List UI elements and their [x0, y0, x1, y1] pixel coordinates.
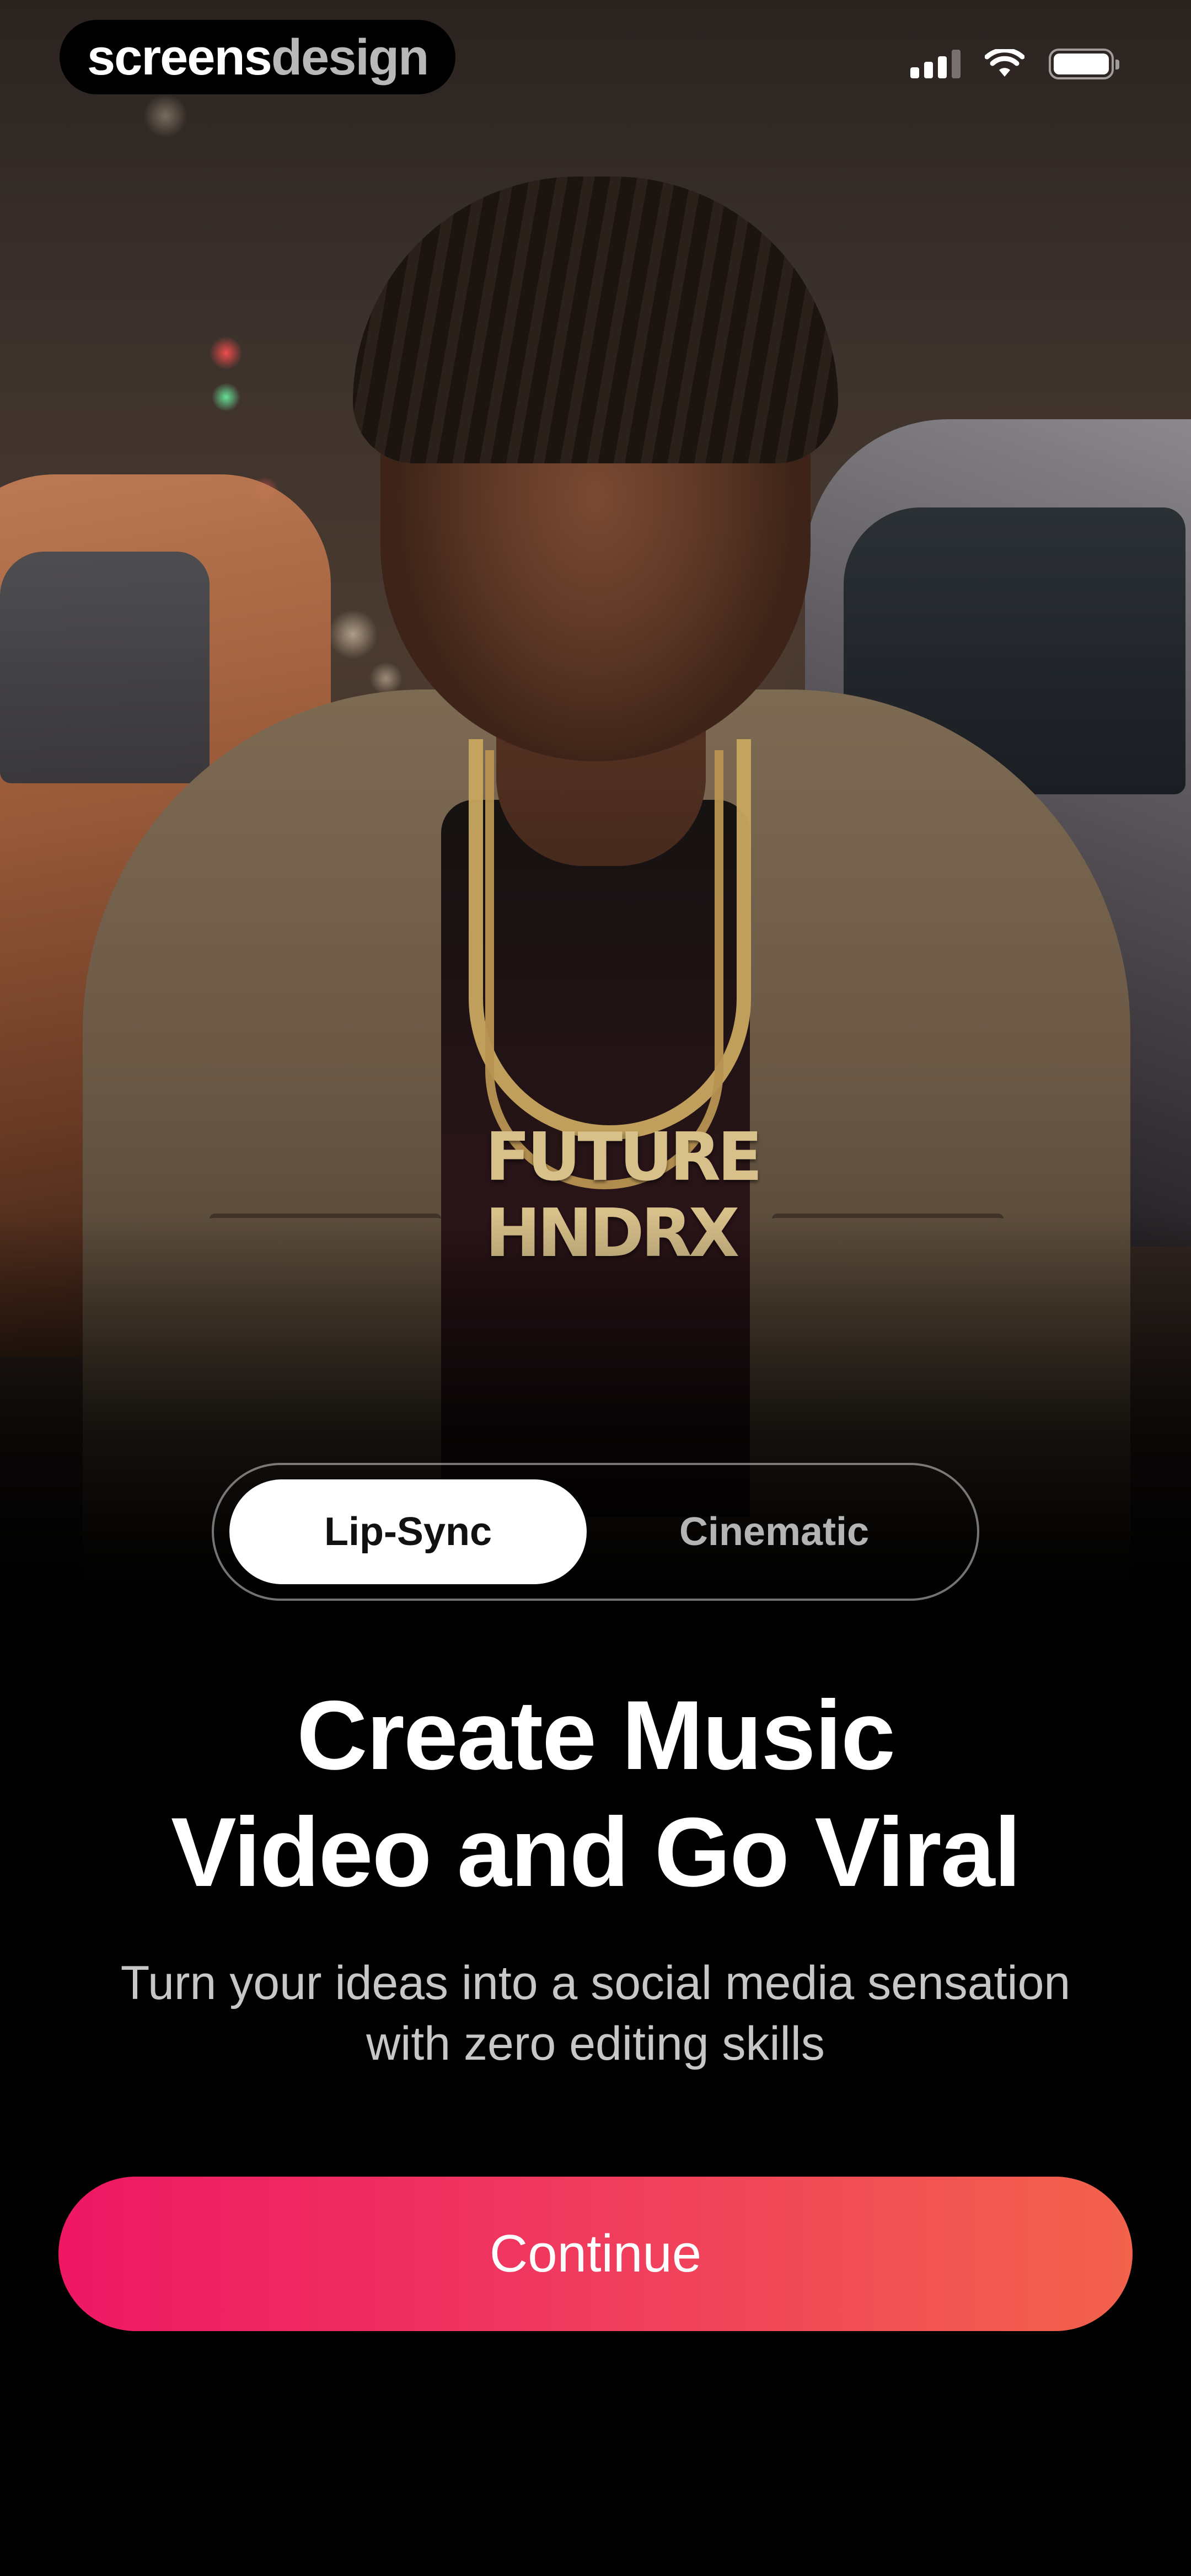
brand-watermark: screens design — [60, 20, 456, 94]
page-title-line-1: Create Music — [297, 1680, 895, 1790]
brand-text-primary: screens — [87, 29, 272, 85]
page-subtitle: Turn your ideas into a social media sens… — [55, 1953, 1136, 2074]
toggle-option-lip-sync[interactable]: Lip-Sync — [229, 1479, 587, 1584]
status-bar — [910, 49, 1119, 79]
brand-text-secondary: design — [271, 29, 429, 85]
hero-image: FUTURE HNDRX — [0, 0, 1191, 1600]
page-title-line-2: Video and Go Viral — [170, 1797, 1021, 1907]
background-car-left-window — [0, 552, 210, 783]
page-title: Create Music Video and Go Viral — [55, 1677, 1136, 1911]
continue-button[interactable]: Continue — [58, 2177, 1133, 2331]
page-subtitle-line-1: Turn your ideas into a social media sens… — [120, 1957, 1071, 2010]
battery-icon — [1049, 49, 1119, 79]
cellular-signal-icon — [910, 50, 961, 78]
page-subtitle-line-2: with zero editing skills — [366, 2017, 825, 2070]
mode-toggle: Lip-Sync Cinematic — [212, 1463, 979, 1601]
wifi-icon — [985, 49, 1024, 77]
toggle-option-cinematic[interactable]: Cinematic — [587, 1479, 962, 1584]
pendant-line-1: FUTURE — [485, 1119, 763, 1196]
